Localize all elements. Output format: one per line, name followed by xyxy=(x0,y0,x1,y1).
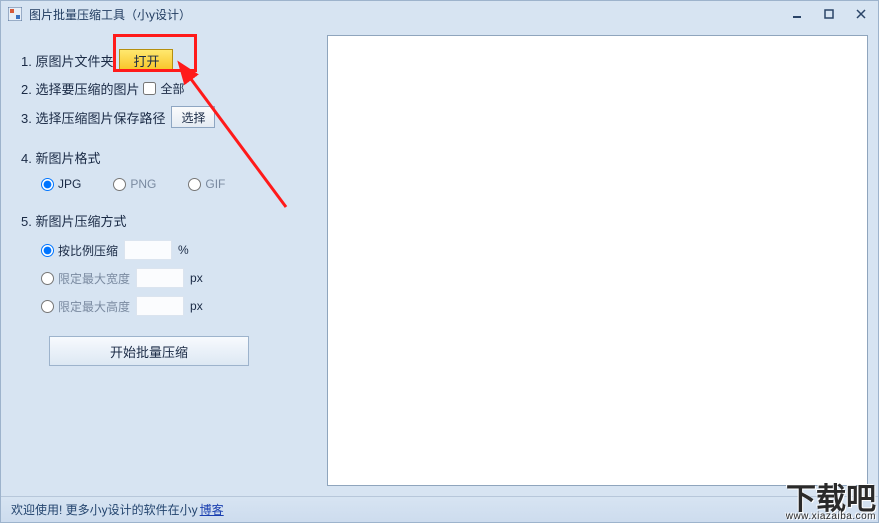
label-save-path: 3. 选择压缩图片保存路径 xyxy=(21,108,165,127)
titlebar: 图片批量压缩工具（小y设计） xyxy=(1,1,878,27)
select-all-label: 全部 xyxy=(160,80,184,97)
max-width-input[interactable] xyxy=(136,268,184,288)
status-text: 欢迎使用! 更多小y设计的软件在小y xyxy=(11,501,198,518)
window-title: 图片批量压缩工具（小y设计） xyxy=(29,6,191,23)
label-compress-mode: 5. 新图片压缩方式 xyxy=(21,211,309,230)
label-format: 4. 新图片格式 xyxy=(21,148,309,167)
start-compress-button[interactable]: 开始批量压缩 xyxy=(49,336,249,366)
close-button[interactable] xyxy=(850,6,872,22)
window-controls xyxy=(786,6,872,22)
select-all-checkbox[interactable] xyxy=(143,82,156,95)
radio-gif[interactable]: GIF xyxy=(188,177,225,191)
open-folder-button[interactable]: 打开 xyxy=(119,49,173,71)
minimize-button[interactable] xyxy=(786,6,808,22)
app-window: 图片批量压缩工具（小y设计） 1. 原图片文件夹 打开 2. 选择要压缩的图片 … xyxy=(0,0,879,523)
radio-ratio[interactable]: 按比例压缩 xyxy=(41,242,118,259)
statusbar: 欢迎使用! 更多小y设计的软件在小y 博客 xyxy=(1,496,878,522)
radio-jpg[interactable]: JPG xyxy=(41,177,81,191)
blog-link[interactable]: 博客 xyxy=(200,501,224,518)
radio-max-height[interactable]: 限定最大高度 xyxy=(41,298,130,315)
unit-px-h: px xyxy=(190,299,210,313)
radio-max-width[interactable]: 限定最大宽度 xyxy=(41,270,130,287)
unit-px-w: px xyxy=(190,271,210,285)
max-height-input[interactable] xyxy=(136,296,184,316)
select-path-button[interactable]: 选择 xyxy=(171,106,215,128)
ratio-input[interactable] xyxy=(124,240,172,260)
app-icon xyxy=(7,6,23,22)
unit-percent: % xyxy=(178,243,198,257)
label-source-folder: 1. 原图片文件夹 xyxy=(21,51,113,70)
label-select-images: 2. 选择要压缩的图片 xyxy=(21,79,139,98)
preview-pane xyxy=(327,35,868,486)
radio-png[interactable]: PNG xyxy=(113,177,156,191)
settings-panel: 1. 原图片文件夹 打开 2. 选择要压缩的图片 全部 3. 选择压缩图片保存路… xyxy=(11,35,321,496)
maximize-button[interactable] xyxy=(818,6,840,22)
content-area: 1. 原图片文件夹 打开 2. 选择要压缩的图片 全部 3. 选择压缩图片保存路… xyxy=(1,27,878,496)
